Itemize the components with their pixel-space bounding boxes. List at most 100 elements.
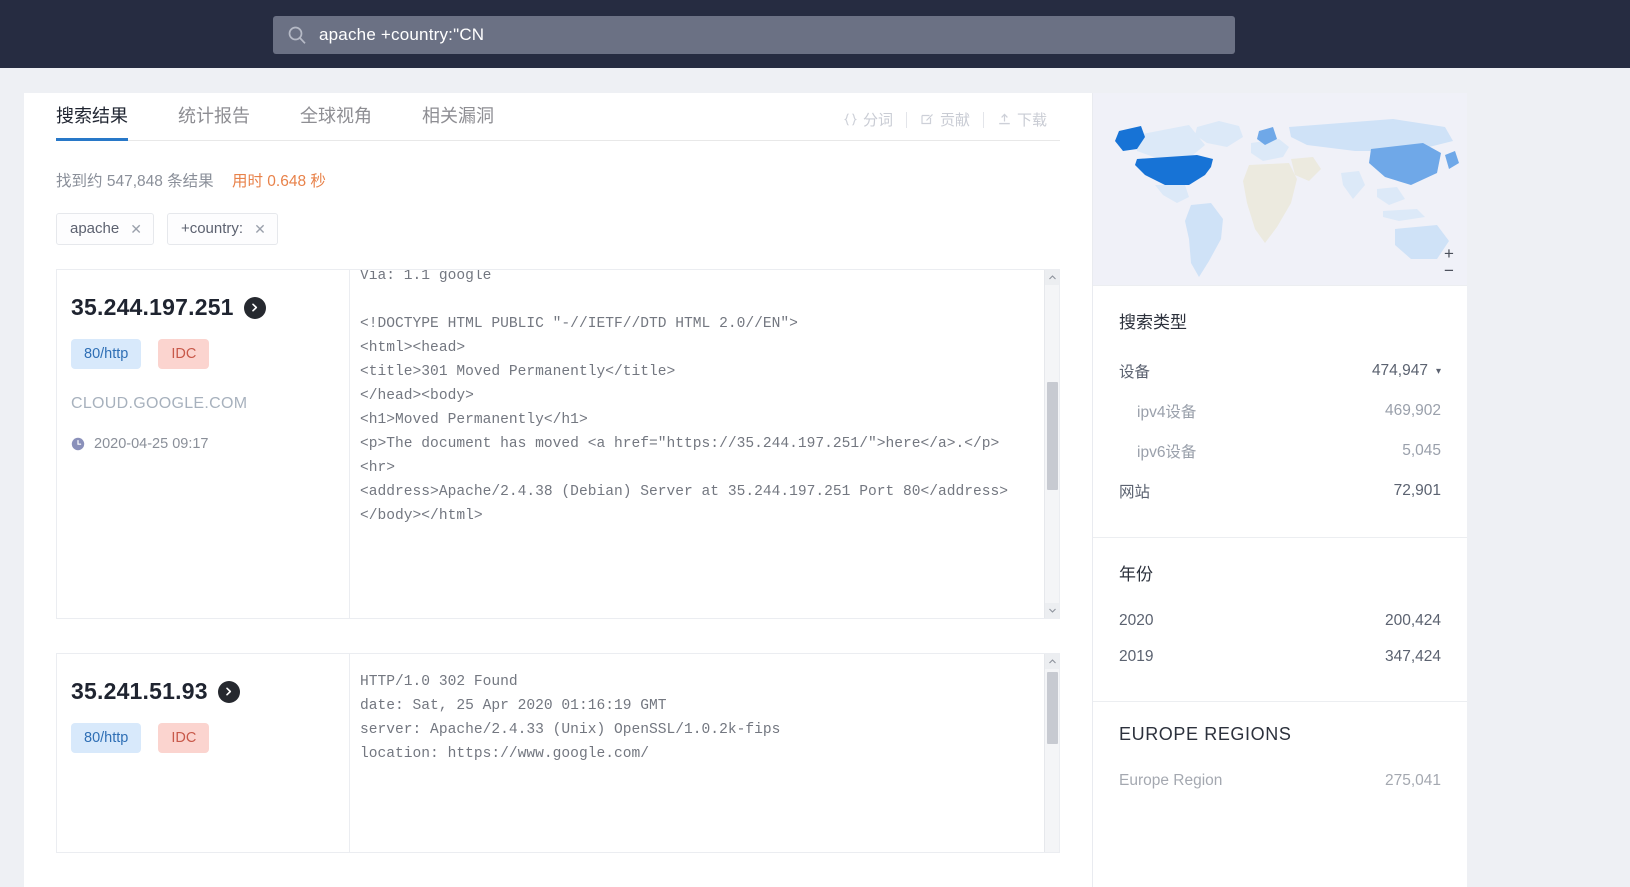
search-input-value[interactable]: apache +country:"CN: [319, 25, 484, 45]
result-ip-line: 35.241.51.93: [71, 678, 331, 705]
scroll-up-icon[interactable]: [1045, 270, 1059, 285]
panel-title: 年份: [1119, 565, 1153, 584]
facet-label: ipv6设备: [1137, 444, 1197, 461]
facet-value: 275,041: [1384, 772, 1441, 789]
search-box[interactable]: apache +country:"CN: [273, 16, 1235, 54]
panel-title: EUROPE REGIONS: [1119, 724, 1292, 744]
facet-label: 2020: [1119, 612, 1154, 629]
tab-related-vulnerabilities[interactable]: 相关漏洞: [422, 102, 494, 140]
tab-search-results[interactable]: 搜索结果: [56, 102, 128, 141]
filter-chips: apache ✕ +country: ✕: [56, 213, 1092, 245]
result-timestamp-row: 2020-04-25 09:17: [71, 436, 331, 452]
content-card: 搜索结果 统计报告 全球视角 相关漏洞 分词 贡献 下载 找到约 547,848…: [24, 93, 1467, 887]
result-ip[interactable]: 35.244.197.251: [71, 294, 234, 321]
scrollbar-thumb[interactable]: [1047, 672, 1058, 744]
sidebar: + − 搜索类型 设备 474,947 ▾ ipv4设备 469,902 ipv…: [1092, 93, 1467, 887]
tab-actions: 分词 贡献 下载: [830, 109, 1060, 130]
result-meta: 35.241.51.93 80/http IDC: [57, 654, 349, 852]
result-banner-text: Via: 1.1 google <!DOCTYPE HTML PUBLIC "-…: [360, 270, 1009, 524]
facet-value: 347,424: [1384, 648, 1441, 665]
facet-row-website[interactable]: 网站 72,901: [1119, 471, 1441, 511]
result-timestamp: 2020-04-25 09:17: [94, 436, 209, 452]
download-button[interactable]: 下载: [984, 109, 1060, 130]
facet-row-year-2020[interactable]: 2020 200,424: [1119, 603, 1441, 639]
facet-label: 网站: [1119, 484, 1151, 501]
facet-label: 2019: [1119, 648, 1154, 665]
result-banner-pane: HTTP/1.0 302 Found date: Sat, 25 Apr 202…: [349, 654, 1059, 852]
contribute-label: 贡献: [939, 112, 970, 129]
facet-value: 5,045: [1402, 442, 1441, 459]
facet-label: ipv4设备: [1137, 404, 1197, 421]
download-label: 下载: [1016, 112, 1047, 129]
braces-icon: [843, 112, 858, 127]
search-elapsed-time: 用时 0.648 秒: [232, 173, 326, 190]
result-card[interactable]: 35.244.197.251 80/http IDC CLOUD.GOOGLE.…: [56, 269, 1060, 619]
tag-idc[interactable]: IDC: [158, 723, 210, 753]
results-column: 搜索结果 统计报告 全球视角 相关漏洞 分词 贡献 下载 找到约 547,848…: [24, 93, 1092, 887]
tag-idc[interactable]: IDC: [158, 339, 210, 369]
result-card[interactable]: 35.241.51.93 80/http IDC HTTP/1.0 302 Fo…: [56, 653, 1060, 853]
filter-chip-label: apache: [70, 220, 120, 237]
tab-global-view[interactable]: 全球视角: [300, 102, 372, 140]
top-bar: apache +country:"CN: [0, 0, 1630, 68]
facet-row-ipv6-device[interactable]: ipv6设备 5,045: [1119, 431, 1441, 471]
facet-row-ipv4-device[interactable]: ipv4设备 469,902: [1119, 391, 1441, 431]
page-body: 搜索结果 统计报告 全球视角 相关漏洞 分词 贡献 下载 找到约 547,848…: [0, 68, 1630, 887]
result-tags: 80/http IDC: [71, 723, 331, 753]
map-zoom-out-button[interactable]: −: [1439, 261, 1459, 280]
panel-europe-regions: EUROPE REGIONS Europe Region 275,041: [1093, 701, 1467, 825]
banner-scrollbar[interactable]: [1044, 654, 1059, 852]
facet-value: 474,947: [1371, 362, 1428, 379]
panel-year: 年份 2020 200,424 2019 347,424: [1093, 537, 1467, 701]
banner-scrollbar[interactable]: [1044, 270, 1059, 618]
result-banner-text: HTTP/1.0 302 Found date: Sat, 25 Apr 202…: [360, 674, 781, 762]
chevron-right-icon[interactable]: [217, 680, 240, 703]
panel-title: 搜索类型: [1119, 313, 1187, 332]
tag-port[interactable]: 80/http: [71, 723, 142, 753]
result-count-prefix: 找到约: [56, 173, 103, 190]
chevron-right-icon[interactable]: [243, 296, 266, 319]
facet-value: 469,902: [1384, 402, 1441, 419]
close-icon[interactable]: ✕: [254, 222, 266, 236]
result-ip[interactable]: 35.241.51.93: [71, 678, 208, 705]
result-banner-pane: Via: 1.1 google <!DOCTYPE HTML PUBLIC "-…: [349, 270, 1059, 618]
facet-value: 200,424: [1384, 612, 1441, 629]
result-ip-line: 35.244.197.251: [71, 294, 331, 321]
filter-chip-apache[interactable]: apache ✕: [56, 213, 154, 245]
result-domain[interactable]: CLOUD.GOOGLE.COM: [71, 395, 331, 413]
result-meta: 35.244.197.251 80/http IDC CLOUD.GOOGLE.…: [57, 270, 349, 618]
tabs: 搜索结果 统计报告 全球视角 相关漏洞: [56, 102, 544, 141]
tab-bar: 搜索结果 统计报告 全球视角 相关漏洞 分词 贡献 下载: [56, 93, 1060, 141]
result-count-line: 找到约 547,848 条结果 用时 0.648 秒: [56, 169, 1092, 191]
tag-port[interactable]: 80/http: [71, 339, 142, 369]
close-icon[interactable]: ✕: [130, 222, 142, 236]
scrollbar-thumb[interactable]: [1047, 382, 1058, 490]
scroll-up-icon[interactable]: [1045, 654, 1059, 669]
tokenize-label: 分词: [862, 112, 893, 129]
filter-chip-country[interactable]: +country: ✕: [166, 213, 278, 245]
facet-label: 设备: [1119, 364, 1151, 381]
scroll-down-icon[interactable]: [1045, 603, 1059, 618]
world-choropleth-map[interactable]: + −: [1093, 93, 1467, 285]
result-list: 35.244.197.251 80/http IDC CLOUD.GOOGLE.…: [56, 269, 1092, 853]
facet-row-year-2019[interactable]: 2019 347,424: [1119, 639, 1441, 675]
contribute-button[interactable]: 贡献: [907, 109, 983, 130]
map-svg: [1093, 93, 1467, 285]
tokenize-button[interactable]: 分词: [830, 109, 906, 130]
map-zoom-controls[interactable]: + −: [1439, 244, 1459, 280]
panel-search-type: 搜索类型 设备 474,947 ▾ ipv4设备 469,902 ipv6设备 …: [1093, 285, 1467, 537]
facet-row-device[interactable]: 设备 474,947 ▾: [1119, 351, 1441, 391]
filter-chip-label: +country:: [180, 220, 244, 237]
search-icon: [287, 25, 307, 45]
facet-row-europe-region[interactable]: Europe Region 275,041: [1119, 763, 1441, 799]
facet-value: 72,901: [1393, 482, 1441, 499]
result-count-suffix: 条结果: [167, 173, 214, 190]
chevron-down-icon[interactable]: ▾: [1436, 366, 1441, 377]
tab-statistics-report[interactable]: 统计报告: [178, 102, 250, 140]
result-tags: 80/http IDC: [71, 339, 331, 369]
edit-square-icon: [920, 112, 935, 127]
result-count-value: 547,848: [106, 173, 163, 190]
clock-icon: [71, 437, 85, 451]
facet-value-wrap: 474,947 ▾: [1372, 362, 1441, 380]
facet-label: Europe Region: [1119, 772, 1223, 789]
